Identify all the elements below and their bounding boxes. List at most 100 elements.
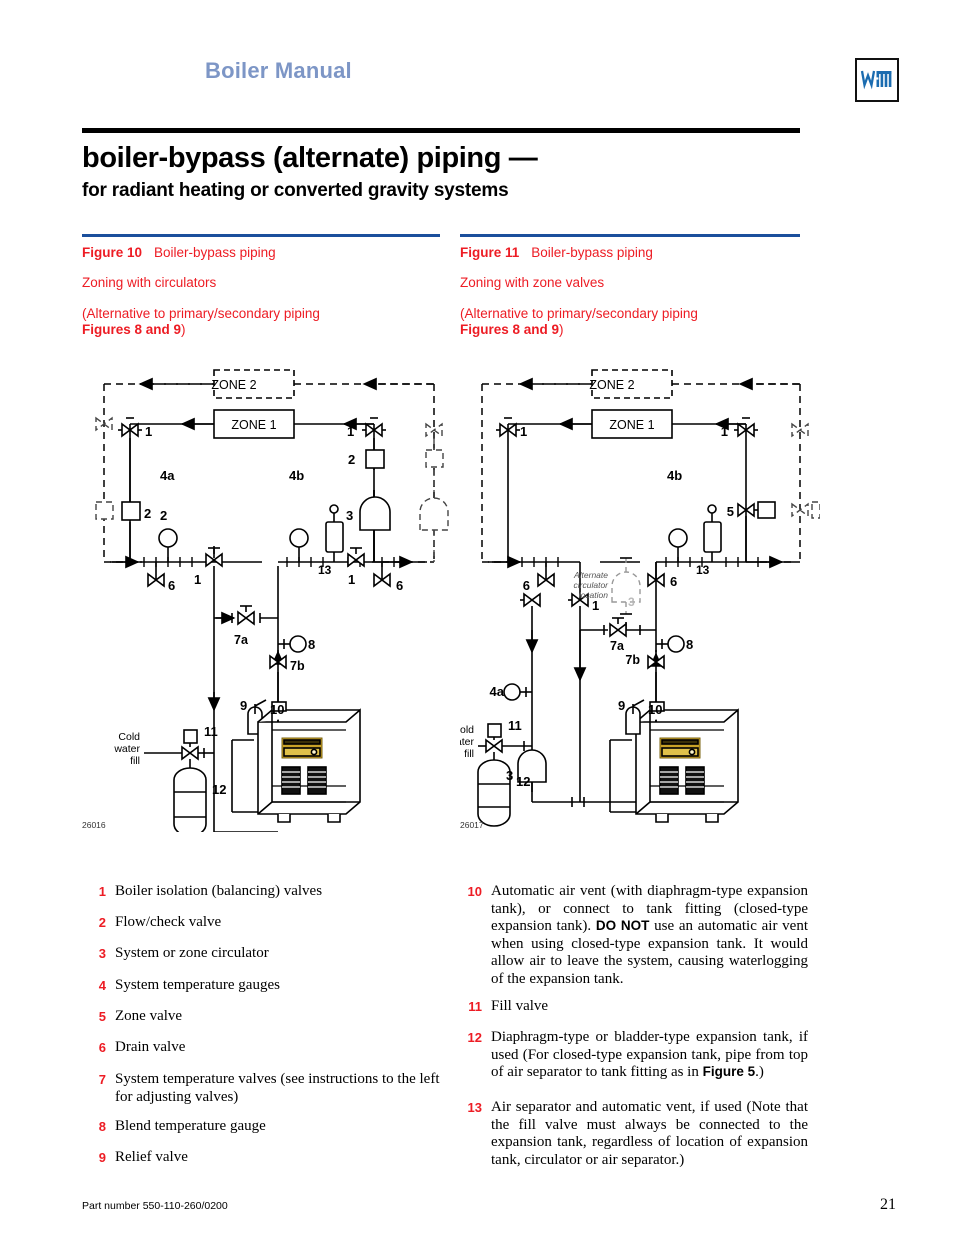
figure-10-heading: Figure 10 Boiler-bypass piping: [82, 245, 276, 260]
legend-item-2: 2 Flow/check valve: [80, 914, 450, 932]
valve-symbol: [737, 501, 776, 519]
cold-water-fill-line2: water: [113, 743, 140, 755]
figure-11-note-bold: Figures 8 and 9: [460, 322, 560, 337]
legend-text-10: Automatic air vent (with diaphragm-type …: [491, 883, 809, 987]
svg-text:7a: 7a: [234, 633, 249, 647]
svg-text:9: 9: [618, 698, 625, 713]
svg-text:11: 11: [204, 724, 218, 739]
figure-11-heading: Figure 11 Boiler-bypass piping: [460, 245, 653, 260]
valve-symbol: [347, 547, 365, 568]
legend-text-11: Fill valve: [491, 998, 549, 1014]
valve-symbol: [231, 605, 261, 626]
legend-number: 4: [98, 978, 106, 993]
legend-text: Zone valve: [115, 1008, 183, 1024]
zone1-label: ZONE 1: [609, 418, 654, 432]
svg-text:3: 3: [506, 768, 513, 783]
footer-part-number: Part number 550-110-260/0200: [82, 1200, 228, 1212]
figure-11-label: Figure 11: [460, 245, 520, 260]
svg-text:12: 12: [516, 774, 530, 789]
legend-item-5: 5 Zone valve: [80, 1008, 450, 1026]
svg-text:2: 2: [160, 508, 167, 523]
legend-number: 6: [98, 1040, 106, 1055]
svg-text:8: 8: [308, 637, 315, 652]
figure-11-diagram: ZONE 2 ZONE 1 1 1 5 6 1 4b 13 6 7a 8 7b …: [460, 362, 820, 832]
svg-text:13: 13: [318, 563, 332, 577]
zone2-label: ZONE 2: [211, 378, 256, 392]
title-divider: [82, 128, 800, 133]
legend-number: 11: [468, 999, 482, 1014]
svg-text:7b: 7b: [625, 653, 640, 667]
svg-text:1: 1: [348, 572, 355, 587]
svg-text:1: 1: [347, 424, 354, 439]
drawing-number-26017: 26017: [460, 820, 484, 830]
legend-number: 8: [98, 1119, 106, 1134]
legend-number: 7: [98, 1072, 106, 1087]
alt-circulator-callout: 3: [628, 595, 635, 609]
legend-text: Boiler isolation (balancing) valves: [115, 883, 323, 899]
svg-text:6: 6: [396, 578, 403, 593]
svg-text:2: 2: [348, 452, 355, 467]
legend-number: 1: [98, 884, 106, 899]
svg-text:4b: 4b: [667, 468, 682, 483]
legend-number: 12: [467, 1030, 482, 1045]
valve-symbol: [485, 738, 503, 754]
footer-page-number: 21: [880, 1196, 896, 1213]
alternate-circulator-line3: location: [579, 590, 609, 600]
figure-10-rule: [82, 234, 440, 237]
legend-text: Relief valve: [115, 1149, 188, 1165]
legend-item-4: 4 System temperature gauges: [80, 977, 450, 995]
zone1-label: ZONE 1: [231, 418, 276, 432]
logo-mark: [860, 70, 892, 90]
svg-text:9: 9: [240, 698, 247, 713]
figure-11-note-line1: (Alternative to primary/secondary piping: [460, 306, 698, 321]
svg-text:4b: 4b: [289, 468, 304, 483]
page-title: boiler-bypass (alternate) piping —: [82, 142, 538, 174]
figure-10-label: Figure 10: [82, 245, 143, 260]
legend-item-12: 12 Diaphragm-type or bladder-type expans…: [456, 1029, 808, 1082]
legend-item-6: 6 Drain valve: [80, 1039, 450, 1057]
page-subtitle: for radiant heating or converted gravity…: [82, 180, 509, 201]
legend-item-9: 9 Relief valve: [80, 1149, 450, 1167]
piping-schematic-zone-valves: ZONE 2 ZONE 1 1 1 5 6 1 4b 13 6 7a 8 7b …: [460, 369, 820, 830]
figure-11-rule: [460, 234, 800, 237]
legend-text: Flow/check valve: [115, 914, 222, 930]
cold-water-fill-line2: water: [460, 736, 474, 748]
legend-text: System or zone circulator: [115, 945, 269, 961]
piping-schematic-circulators: ZONE 2 ZONE 1 1 2 . 2 . . 4a 4b 1 2 3 6 …: [82, 369, 449, 832]
legend-item-3: 3 System or zone circulator: [80, 945, 450, 963]
svg-text:4a: 4a: [490, 684, 505, 699]
legend-item-10: 10 Automatic air vent (with diaphragm-ty…: [456, 883, 808, 988]
cold-water-fill-line3: fill: [130, 755, 140, 767]
svg-text:12: 12: [212, 782, 226, 797]
alternate-circulator-line1: Alternate: [573, 570, 608, 580]
svg-text:1: 1: [721, 424, 728, 439]
legend-item-7: 7 System temperature valves (see instruc…: [80, 1071, 460, 1106]
legend-number: 9: [98, 1150, 106, 1165]
zone2-label: ZONE 2: [589, 378, 634, 392]
cold-water-fill-line1: Cold: [118, 731, 140, 743]
svg-text:5: 5: [727, 504, 734, 519]
legend-number: 10: [467, 884, 482, 899]
svg-text:10: 10: [270, 702, 284, 717]
manual-title: Boiler Manual: [205, 58, 352, 83]
legend-number: 13: [467, 1100, 482, 1115]
legend-text: System temperature gauges: [115, 977, 280, 993]
legend-item-11: 11 Fill valve: [456, 998, 808, 1016]
figure-10-note-bold: Figures 8 and 9: [82, 322, 182, 337]
legend-item-13: 13 Air separator and automatic vent, if …: [456, 1099, 808, 1169]
legend-text: Blend temperature gauge: [115, 1118, 266, 1134]
svg-text:6: 6: [523, 578, 530, 593]
svg-text:13: 13: [696, 563, 710, 577]
svg-text:6: 6: [670, 574, 677, 589]
svg-text:3: 3: [346, 508, 353, 523]
legend-text: Drain valve: [115, 1039, 186, 1055]
alternate-circulator-line2: circulator: [574, 580, 610, 590]
svg-text:1: 1: [592, 598, 599, 613]
cold-water-fill-line1: Cold: [460, 724, 474, 736]
valve-symbol: [603, 617, 641, 638]
figure-11-note-line2: Figures 8 and 9): [460, 322, 564, 337]
svg-text:1: 1: [145, 424, 152, 439]
weil-mclain-logo: [855, 58, 899, 102]
figure-11-subtitle: Zoning with zone valves: [460, 275, 605, 290]
figure-11-note-tail: ): [559, 322, 564, 337]
